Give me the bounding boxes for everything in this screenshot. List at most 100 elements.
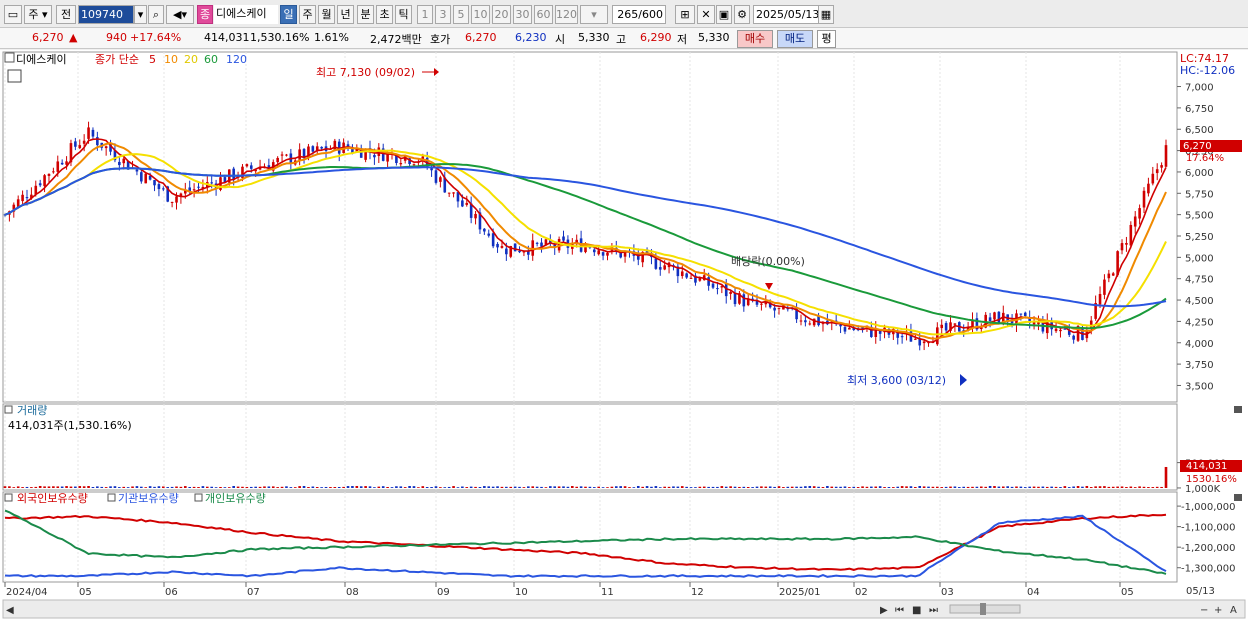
interval-dropdown[interactable]: ▾ bbox=[580, 5, 608, 24]
first-page-icon[interactable]: ⏮ bbox=[895, 605, 904, 616]
date-field[interactable]: 2025/05/13 bbox=[753, 5, 819, 24]
volume-bar bbox=[1015, 486, 1018, 488]
date-axis: 2024/04 05 06 07 08 09 10 11 12 2025/01 02 03 04 05 bbox=[4, 582, 1134, 598]
holding-panel-menu-icon[interactable] bbox=[4, 493, 13, 502]
period-tick[interactable]: 틱 bbox=[395, 5, 412, 24]
interval-10[interactable]: 10 bbox=[471, 5, 490, 24]
scroll-left-icon[interactable]: ◀ bbox=[6, 605, 14, 616]
volume-bar bbox=[843, 486, 847, 488]
period-month[interactable]: 월 bbox=[318, 5, 335, 24]
code-dropdown-icon[interactable]: ▾ bbox=[134, 5, 147, 24]
volume-bar bbox=[848, 487, 851, 488]
interval-60[interactable]: 60 bbox=[534, 5, 553, 24]
volume-bar bbox=[808, 485, 812, 488]
volume-bar bbox=[3, 486, 7, 488]
volume-bar bbox=[1147, 487, 1150, 488]
volume-bar bbox=[469, 486, 473, 488]
period-week[interactable]: 주 bbox=[299, 5, 316, 24]
volume-panel-close-icon[interactable] bbox=[1234, 406, 1242, 413]
chart-area[interactable]: 디에스케이 종가 단순 5 10 20 60 120 LC:74.17 HC:-… bbox=[0, 50, 1248, 621]
auto-scale-icon[interactable]: A bbox=[1230, 605, 1237, 616]
volume-bar bbox=[694, 487, 697, 488]
sell-button[interactable]: 매도 bbox=[777, 30, 813, 48]
last-page-icon[interactable]: ⏭ bbox=[929, 605, 938, 616]
volume-bar bbox=[540, 486, 543, 488]
zoom-slider-thumb[interactable] bbox=[980, 603, 986, 615]
volume-bar bbox=[69, 486, 73, 488]
volume-bar bbox=[892, 487, 895, 488]
save-icon[interactable]: ▣ bbox=[716, 5, 732, 24]
stop-icon[interactable]: ■ bbox=[912, 605, 921, 616]
volume-bar bbox=[865, 486, 869, 488]
candle-body bbox=[944, 323, 948, 331]
volume-bar bbox=[795, 486, 798, 488]
zoom-out-icon[interactable]: − bbox=[1200, 605, 1208, 616]
date-tick-label: 06 bbox=[165, 587, 178, 598]
count-field[interactable]: 265/600 bbox=[612, 5, 666, 24]
interval-5[interactable]: 5 bbox=[453, 5, 469, 24]
interval-20[interactable]: 20 bbox=[492, 5, 511, 24]
volume-bar bbox=[764, 486, 768, 488]
period-second[interactable]: 초 bbox=[376, 5, 393, 24]
price-tick-label: 3,500 bbox=[1185, 381, 1214, 392]
stock-chart[interactable]: 디에스케이 종가 단순 5 10 20 60 120 LC:74.17 HC:-… bbox=[0, 50, 1248, 621]
speaker-icon[interactable]: ◀▾ bbox=[166, 5, 194, 24]
volume-bar bbox=[359, 486, 363, 488]
period-day[interactable]: 일 bbox=[280, 5, 297, 24]
interval-120[interactable]: 120 bbox=[555, 5, 578, 24]
holding-panel-close-icon[interactable] bbox=[1234, 494, 1242, 501]
price-tick-label: 4,250 bbox=[1185, 317, 1214, 328]
chart-settings-icon[interactable]: ⊞ bbox=[675, 5, 695, 24]
table-icon[interactable] bbox=[7, 69, 22, 83]
volume-bar bbox=[940, 487, 944, 488]
volume-bar bbox=[293, 487, 297, 488]
volume-bar bbox=[491, 486, 495, 488]
crosshair-icon[interactable]: ✕ bbox=[697, 5, 715, 24]
price-tag-pct: 17.64% bbox=[1186, 153, 1224, 164]
candle-body bbox=[82, 140, 86, 144]
gear-icon[interactable]: ⚙ bbox=[734, 5, 750, 24]
volume-bar bbox=[680, 486, 684, 488]
volume-bar bbox=[443, 487, 447, 488]
prev-button[interactable]: 전 bbox=[56, 5, 76, 24]
zoom-in-icon[interactable]: + bbox=[1214, 605, 1222, 616]
low-price: 5,330 bbox=[698, 31, 730, 44]
volume-bar bbox=[509, 486, 513, 488]
period-minute[interactable]: 분 bbox=[357, 5, 374, 24]
volume-bar bbox=[518, 486, 521, 488]
menu-icon[interactable]: ▭ bbox=[4, 5, 22, 24]
candle-body bbox=[724, 283, 728, 297]
interval-30[interactable]: 30 bbox=[513, 5, 532, 24]
candle-body bbox=[716, 288, 719, 290]
candle-body bbox=[940, 324, 944, 329]
legend-institution: 기관보유수량 bbox=[118, 492, 179, 505]
candle-body bbox=[144, 173, 148, 184]
holding-tick-label: -1,300,000 bbox=[1181, 564, 1236, 575]
interval-1[interactable]: 1 bbox=[417, 5, 433, 24]
volume-bar bbox=[337, 486, 341, 488]
candle-body bbox=[140, 172, 143, 182]
calendar-icon[interactable]: ▦ bbox=[818, 5, 834, 24]
candle-body bbox=[78, 145, 82, 149]
interval-3[interactable]: 3 bbox=[435, 5, 451, 24]
volume-bar bbox=[30, 487, 33, 488]
volume-bar bbox=[377, 486, 381, 488]
candle-body bbox=[993, 312, 996, 320]
code-input[interactable]: 109740 bbox=[78, 5, 134, 24]
volume-tag-value: 414,031 bbox=[1186, 461, 1227, 472]
stock-type-select[interactable]: 주 ▾ bbox=[24, 5, 52, 24]
volume-bar bbox=[702, 486, 706, 488]
volume-bar bbox=[329, 487, 332, 488]
volume-panel-menu-icon[interactable] bbox=[4, 405, 13, 414]
scroll-right-icon[interactable]: ▶ bbox=[880, 605, 888, 616]
date-tick-label: 03 bbox=[941, 587, 954, 598]
panel-menu-icon[interactable] bbox=[4, 52, 15, 63]
volume-bar bbox=[544, 487, 548, 488]
period-year[interactable]: 년 bbox=[337, 5, 354, 24]
search-icon[interactable]: ⌕ bbox=[148, 5, 164, 24]
volume-bar bbox=[1032, 486, 1036, 488]
candle-body bbox=[1164, 145, 1168, 167]
volume-bar bbox=[342, 486, 345, 488]
buy-button[interactable]: 매수 bbox=[737, 30, 773, 48]
eval-button[interactable]: 평 bbox=[817, 30, 836, 48]
